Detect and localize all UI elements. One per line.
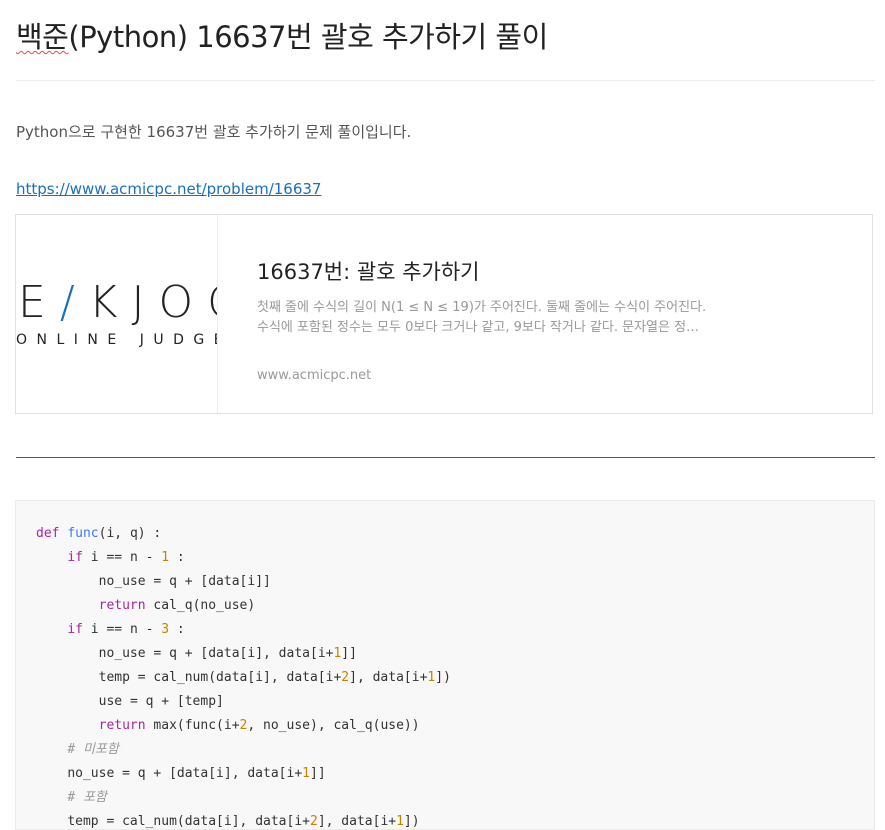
card-desc-line: 첫째 줄에 수식의 길이 N(1 ≤ N ≤ 19)가 주어진다. 둘째 줄에는… <box>257 300 707 315</box>
code-line: temp = cal_num(data[i], data[i+2], data[… <box>67 814 420 829</box>
logo-rest: KJOC <box>88 277 217 328</box>
link-preview-card[interactable]: E/KJOC ONLINE JUDGE 16637번: 괄호 추가하기 첫째 줄… <box>15 214 873 414</box>
code-line: # 미포함 <box>67 742 119 757</box>
section-divider <box>16 457 875 458</box>
code-block[interactable]: def func(i, q) : if i == n - 1 : no_use … <box>15 500 875 830</box>
post-title: 백준(Python) 16637번 괄호 추가하기 풀이 <box>16 14 548 56</box>
code-line: no_use = q + [data[i], data[i+1]] <box>98 646 357 661</box>
card-description: 첫째 줄에 수식의 길이 N(1 ≤ N ≤ 19)가 주어진다. 둘째 줄에는… <box>257 298 857 338</box>
title-prefix: 백준 <box>16 20 69 54</box>
code-line: if i == n - 1 : <box>67 550 185 565</box>
logo-e: E <box>18 277 60 328</box>
code-line: return cal_q(no_use) <box>98 598 256 613</box>
code-line: temp = cal_num(data[i], data[i+2], data[… <box>98 670 451 685</box>
code-line: no_use = q + [data[i], data[i+1]] <box>67 766 326 781</box>
code-line: # 포함 <box>67 790 107 805</box>
logo-subtitle: ONLINE JUDGE <box>16 332 218 348</box>
logo-slash: / <box>59 277 89 328</box>
problem-link[interactable]: https://www.acmicpc.net/problem/16637 <box>16 180 321 198</box>
intro-text: Python으로 구현한 16637번 괄호 추가하기 문제 풀이입니다. <box>16 123 412 141</box>
code-line: def func(i, q) : <box>36 526 162 541</box>
code-line: if i == n - 3 : <box>67 622 185 637</box>
code-line: use = q + [temp] <box>98 694 224 709</box>
card-desc-line: 수식에 포함된 정수는 모두 0보다 크거나 같고, 9보다 작거나 같다. 문… <box>257 320 700 335</box>
card-thumbnail: E/KJOC ONLINE JUDGE <box>16 215 218 413</box>
code-line: return max(func(i+2, no_use), cal_q(use)… <box>98 718 420 733</box>
baekjoon-logo: E/KJOC <box>18 281 217 325</box>
title-divider <box>16 80 875 81</box>
card-host: www.acmicpc.net <box>257 368 372 383</box>
code-line: no_use = q + [data[i]] <box>98 574 271 589</box>
card-title[interactable]: 16637번: 괄호 추가하기 <box>257 256 479 286</box>
title-rest: (Python) 16637번 괄호 추가하기 풀이 <box>68 20 548 54</box>
